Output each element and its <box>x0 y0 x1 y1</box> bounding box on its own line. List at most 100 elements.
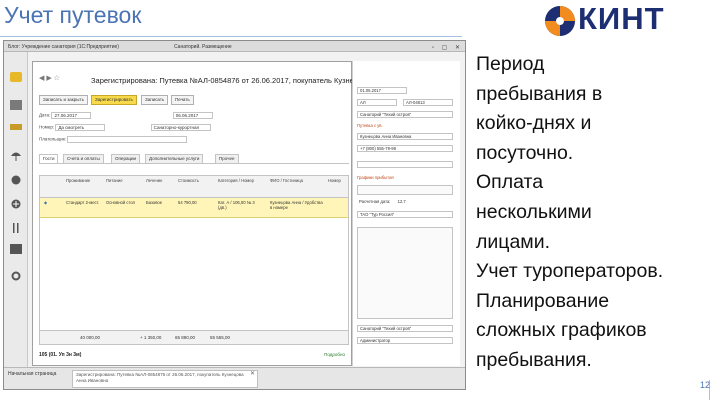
rp-price-row: Расчетная дата: 12.7 <box>357 199 453 206</box>
footer-total: 65 890,00 <box>175 335 196 340</box>
logo-mark-icon <box>545 6 575 36</box>
feature-line: Учет туроператоров. <box>476 260 664 283</box>
grid-header-cell[interactable]: Стоимость <box>178 178 199 183</box>
rp-guest-input[interactable]: Кузнецова Анна Ивановна <box>357 133 453 140</box>
feature-line: Период <box>476 53 545 75</box>
grid-header: Проживание Питание Лечение Стоимость Кат… <box>40 176 348 198</box>
tab-other[interactable]: Прочее <box>215 154 239 163</box>
status-bar: Начальная страница Зарегистрирована: Пут… <box>4 367 465 389</box>
table-cell: Основной стол <box>106 200 136 205</box>
right-panel: 01.05.2017 АЛ АЛ-04813 Санаторий "Тихий … <box>352 61 460 366</box>
menu-icon[interactable] <box>10 72 22 82</box>
guests-grid: Проживание Питание Лечение Стоимость Кат… <box>39 175 349 345</box>
home-tab[interactable]: Начальная страница <box>8 371 56 377</box>
category-input[interactable]: Санаторно-курортная <box>150 124 211 131</box>
document-window: ◀ ▶ ☆ Зарегистрирована: Путевка №АЛ-0854… <box>32 61 370 366</box>
table-row[interactable]: ◆ Стандарт 2-мест. Основной стол Базовое… <box>40 198 348 218</box>
feature-line: сложных графиков <box>476 319 647 342</box>
rp-voucher-link[interactable]: Путевка с ув. <box>357 123 383 128</box>
rp-payer-input[interactable]: АЛ <box>357 99 397 106</box>
feature-list: Период пребывания в койко-днях и посуточ… <box>476 50 716 376</box>
settings-icon[interactable] <box>10 268 22 281</box>
details-link[interactable]: Подробно <box>324 352 345 357</box>
save-close-button[interactable]: Записать и закрыть <box>39 95 88 105</box>
notification-text: Зарегистрирована: Путевка №АЛ-0854876 от… <box>76 372 244 383</box>
close-icon[interactable]: ✕ <box>250 371 255 377</box>
window-controls[interactable]: ▫ ▢ ✕ <box>432 44 463 51</box>
feature-line: лицами. <box>476 230 551 253</box>
clock-icon[interactable] <box>10 172 22 185</box>
transport-icon[interactable] <box>10 244 22 254</box>
nav-back-icon[interactable]: ◀ ▶ ☆ <box>39 74 60 82</box>
feature-line: Оплата <box>476 171 544 194</box>
payer-field-row: Плательщик: <box>39 136 188 143</box>
page-number: 12 <box>699 380 710 390</box>
rp-phone-input[interactable]: +7 (800) 555-79-98 <box>357 145 453 152</box>
grid-header-cell[interactable]: Питание <box>106 178 123 183</box>
table-cell: Базовое <box>146 200 163 205</box>
tab-invoices[interactable]: Счета и оплаты <box>63 154 104 163</box>
rp-sanatorium-input[interactable]: Санаторий "Тихий остров" <box>357 111 453 118</box>
feature-line: пребывания. <box>476 348 592 371</box>
tab-guests[interactable]: Гости <box>39 154 59 163</box>
save-button[interactable]: Записать <box>141 95 169 105</box>
payer-input[interactable] <box>67 136 188 143</box>
rp-date-input[interactable]: 01.05.2017 <box>357 87 407 94</box>
rp-admin-input[interactable]: Администратор <box>357 337 453 344</box>
grid-header-cell[interactable]: Номер <box>328 178 341 183</box>
left-toolbar <box>4 52 28 382</box>
document-tabs: Гости Счета и оплаты Операции Дополнител… <box>39 154 349 164</box>
app-titlebar-left: Блог: Учреждение санатория (1С:Предприят… <box>8 44 119 50</box>
feature-line: посуточно. <box>476 141 574 164</box>
rp-empty-input[interactable] <box>357 161 453 168</box>
room-label: Номер: <box>39 124 55 130</box>
tab-operations[interactable]: Операции <box>111 154 141 163</box>
footer-total: + 1 350,00 <box>140 335 162 340</box>
rp-price-label: Расчетная дата: <box>359 199 391 204</box>
app-screenshot: Блог: Учреждение санатория (1С:Предприят… <box>3 40 466 390</box>
add-icon[interactable] <box>10 196 22 209</box>
umbrella-icon[interactable] <box>10 148 22 161</box>
rp-schedule-box[interactable] <box>357 185 453 195</box>
rp-schedule-link[interactable]: Графики прибытия <box>357 175 394 180</box>
rp-payer-code-input[interactable]: АЛ-04813 <box>403 99 453 106</box>
table-cell: Кузнецова Анна / Удобства в номере <box>270 200 323 210</box>
calendar-icon[interactable] <box>10 100 22 110</box>
date-label: Дата: <box>39 112 51 118</box>
date-field-row: Дата: 27.06.2017 06.06.2017 <box>39 112 213 119</box>
grid-header-cell[interactable]: Проживание <box>66 178 90 183</box>
restaurant-icon[interactable] <box>10 220 22 233</box>
rp-sanatorium2-input[interactable]: Санаторий "Тихий остров" <box>357 325 453 332</box>
grid-footer: 40 000,00 + 1 350,00 65 890,00 55 555,00 <box>40 330 348 344</box>
table-cell: Стандарт 2-мест. <box>66 200 100 205</box>
logo-text: КИНТ <box>578 1 665 36</box>
payer-label: Плательщик: <box>39 136 67 142</box>
print-button[interactable]: Печать <box>171 95 194 105</box>
date-to-input[interactable]: 06.06.2017 <box>172 112 213 119</box>
app-titlebar-mid: Санаторий. Размещение <box>174 44 232 50</box>
grid-header-cell[interactable]: Категория / Номер <box>218 178 254 183</box>
document-header: ◀ ▶ ☆ Зарегистрирована: Путевка №АЛ-0854… <box>33 62 370 88</box>
footer-total: 40 000,00 <box>80 335 101 340</box>
grid-header-cell[interactable]: ФИО / Гостиница <box>270 178 310 183</box>
grid-header-cell[interactable]: Лечение <box>146 178 162 183</box>
table-cell: Кат. А / 106,00 № 3 (дв.) <box>218 200 255 210</box>
slide-title: Учет путевок <box>4 2 142 28</box>
table-cell: 54 790,00 <box>178 200 197 205</box>
date-input[interactable]: 27.06.2017 <box>51 112 92 119</box>
bed-icon[interactable] <box>10 124 22 130</box>
kint-logo: КИНТ <box>542 1 717 39</box>
feature-line: несколькими <box>476 200 592 223</box>
title-underline <box>0 36 462 37</box>
tab-extra-services[interactable]: Дополнительные услуги <box>145 154 204 163</box>
document-title: Зарегистрирована: Путевка №АЛ-0854876 от… <box>91 76 371 85</box>
footer-total: 55 555,00 <box>210 335 231 340</box>
feature-line: Планирование <box>476 289 610 312</box>
feature-line: койко-днях и <box>476 112 592 135</box>
notification[interactable]: Зарегистрирована: Путевка №АЛ-0854876 от… <box>72 370 258 388</box>
rp-comment-box[interactable] <box>357 227 453 319</box>
document-summary: 105 (01. Уп 3н 3м) <box>39 352 82 358</box>
rp-operator-input[interactable]: ТАО "Тур Россия" <box>357 211 453 218</box>
room-input[interactable]: Да смотреть <box>55 124 106 131</box>
register-button[interactable]: Зарегистрировать <box>91 95 137 105</box>
